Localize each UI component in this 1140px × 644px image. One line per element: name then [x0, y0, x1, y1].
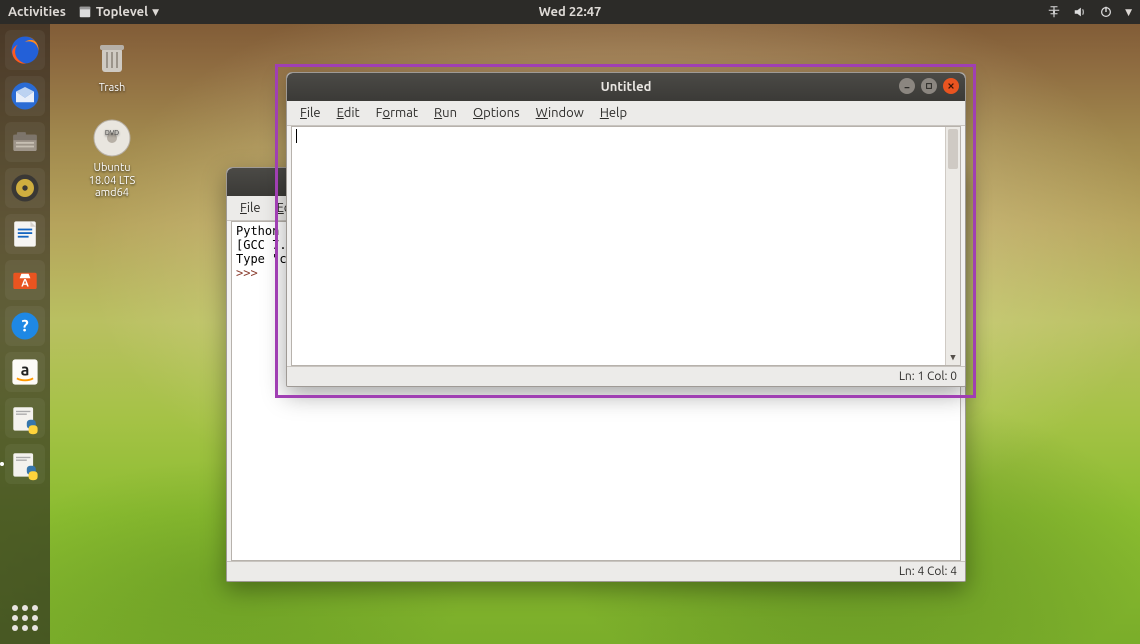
- editor-menu-help[interactable]: HelpHelp: [593, 104, 634, 122]
- shell-menu-file[interactable]: FFileile: [233, 199, 268, 217]
- scroll-down-arrow[interactable]: ▼: [946, 350, 960, 365]
- toplevel-icon: [78, 5, 92, 19]
- editor-menu-options[interactable]: OptionsOptions: [466, 104, 527, 122]
- editor-window[interactable]: Untitled FileFile EditEdit FormatFormat …: [286, 72, 966, 387]
- trash-desktop-icon[interactable]: Trash: [80, 36, 144, 94]
- vertical-scrollbar[interactable]: ▲ ▼: [945, 127, 960, 365]
- editor-titlebar[interactable]: Untitled: [287, 73, 965, 101]
- volume-icon[interactable]: [1073, 5, 1087, 19]
- amazon-icon[interactable]: a: [5, 352, 45, 392]
- rhythmbox-icon[interactable]: [5, 168, 45, 208]
- editor-menu-format[interactable]: FormatFormat: [369, 104, 425, 122]
- editor-menu-edit[interactable]: EditEdit: [330, 104, 367, 122]
- editor-cursor-position: Ln: 1 Col: 0: [899, 370, 957, 383]
- clock[interactable]: Wed 22:47: [539, 5, 602, 19]
- app-menu-label: Toplevel: [96, 5, 148, 19]
- editor-title-text: Untitled: [601, 80, 652, 94]
- show-applications-button[interactable]: [5, 598, 45, 638]
- shell-statusbar: Ln: 4 Col: 4: [227, 561, 965, 581]
- svg-text:?: ?: [21, 317, 28, 335]
- activities-button[interactable]: Activities: [8, 5, 66, 19]
- desktop: Activities Toplevel ▼ Wed 22:47 ▼: [0, 0, 1140, 644]
- firefox-icon[interactable]: [5, 30, 45, 70]
- shell-prompt: >>>: [236, 266, 265, 280]
- trash-label: Trash: [99, 82, 126, 94]
- svg-text:A: A: [21, 277, 29, 289]
- launcher-dock: A ? a: [0, 24, 50, 644]
- ubuntu-software-icon[interactable]: A: [5, 260, 45, 300]
- idle-editor-icon[interactable]: [5, 444, 45, 484]
- editor-statusbar: Ln: 1 Col: 0: [287, 366, 965, 386]
- chevron-down-icon[interactable]: ▼: [1125, 7, 1132, 18]
- text-caret: [296, 129, 297, 143]
- editor-menu-window[interactable]: WindowWindow: [529, 104, 591, 122]
- editor-menu-file[interactable]: FileFile: [293, 104, 328, 122]
- top-bar: Activities Toplevel ▼ Wed 22:47 ▼: [0, 0, 1140, 24]
- svg-text:a: a: [21, 362, 30, 380]
- files-icon[interactable]: [5, 122, 45, 162]
- ubuntu-iso-desktop-icon[interactable]: DVD Ubuntu 18.04 LTS amd64: [80, 116, 144, 200]
- idle-shell-icon[interactable]: [5, 398, 45, 438]
- libreoffice-writer-icon[interactable]: [5, 214, 45, 254]
- shell-cursor-position: Ln: 4 Col: 4: [899, 565, 957, 578]
- close-button[interactable]: [943, 78, 959, 94]
- ubuntu-iso-label: Ubuntu 18.04 LTS amd64: [89, 162, 135, 200]
- dvd-icon: DVD: [90, 116, 134, 160]
- chevron-down-icon: ▼: [152, 7, 159, 18]
- editor-text-area[interactable]: ▲ ▼: [291, 126, 961, 366]
- network-icon[interactable]: [1047, 5, 1061, 19]
- help-icon[interactable]: ?: [5, 306, 45, 346]
- app-menu[interactable]: Toplevel ▼: [78, 5, 159, 19]
- minimize-button[interactable]: [899, 78, 915, 94]
- scroll-thumb[interactable]: [948, 129, 958, 169]
- maximize-button[interactable]: [921, 78, 937, 94]
- power-icon[interactable]: [1099, 5, 1113, 19]
- svg-text:DVD: DVD: [105, 129, 119, 137]
- thunderbird-icon[interactable]: [5, 76, 45, 116]
- editor-menu-run[interactable]: RunRun: [427, 104, 464, 122]
- trash-icon: [90, 36, 134, 80]
- editor-menubar: FileFile EditEdit FormatFormat RunRun Op…: [287, 101, 965, 126]
